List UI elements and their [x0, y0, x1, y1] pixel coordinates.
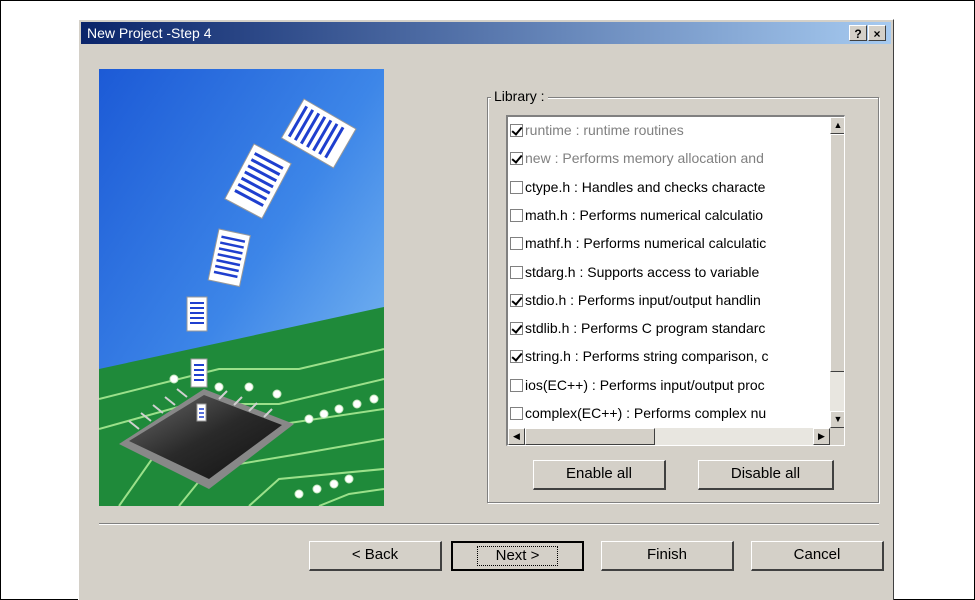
library-item[interactable]: string.h : Performs string comparison, c	[510, 344, 830, 368]
close-button[interactable]: ×	[868, 25, 886, 41]
library-item-label: stdio.h : Performs input/output handlin	[525, 291, 761, 308]
library-item[interactable]: ios(EC++) : Performs input/output proc	[510, 373, 830, 397]
wizard-illustration	[99, 69, 384, 506]
library-item[interactable]: mathf.h : Performs numerical calculatic	[510, 231, 830, 255]
enable-all-button[interactable]: Enable all	[533, 460, 666, 490]
scroll-left-button[interactable]: ◀	[508, 428, 525, 445]
library-listbox[interactable]: runtime : runtime routines new : Performs…	[506, 115, 845, 446]
vertical-scrollbar[interactable]: ▲ ▼	[830, 117, 844, 428]
library-item[interactable]: new : Performs memory allocation and	[510, 146, 830, 170]
back-button[interactable]: < Back	[309, 541, 442, 571]
library-item[interactable]: complex(EC++) : Performs complex nu	[510, 401, 830, 425]
checkbox-checked[interactable]	[510, 124, 523, 137]
horizontal-scrollbar[interactable]: ◀ ▶	[508, 428, 830, 445]
checkbox-unchecked[interactable]	[510, 180, 523, 194]
library-item-label: new : Performs memory allocation and	[525, 150, 764, 167]
checkbox-unchecked[interactable]	[510, 407, 523, 420]
cancel-button[interactable]: Cancel	[751, 541, 884, 571]
title-bar[interactable]: New Project -Step 4 ? ×	[81, 22, 891, 44]
library-item[interactable]: ctype.h : Handles and checks characte	[510, 175, 830, 199]
checkbox-checked[interactable]	[510, 293, 523, 307]
library-item-label: string.h : Performs string comparison, c	[525, 348, 769, 365]
library-item-label: runtime : runtime routines	[525, 122, 684, 138]
library-item-label: mathf.h : Performs numerical calculatic	[525, 235, 767, 252]
library-item-label: ios(EC++) : Performs input/output proc	[525, 376, 765, 393]
chip-documents-illustration	[99, 69, 384, 506]
checkbox-checked[interactable]	[510, 152, 523, 166]
library-item[interactable]: stdio.h : Performs input/output handlin	[510, 288, 830, 312]
vertical-scroll-thumb[interactable]	[830, 134, 844, 372]
library-item-label: math.h : Performs numerical calculatio	[525, 206, 764, 223]
library-item-label: complex(EC++) : Performs complex nu	[525, 405, 767, 421]
checkbox-unchecked[interactable]	[510, 378, 523, 392]
finish-button[interactable]: Finish	[601, 541, 734, 571]
help-button[interactable]: ?	[849, 25, 867, 41]
next-button-label: Next >	[476, 546, 559, 566]
library-item[interactable]: math.h : Performs numerical calculatio	[510, 203, 830, 227]
checkbox-unchecked[interactable]	[510, 237, 523, 251]
checkbox-unchecked[interactable]	[510, 208, 523, 222]
next-button[interactable]: Next >	[451, 541, 584, 571]
library-label: Library :	[491, 88, 548, 104]
new-project-dialog: New Project -Step 4 ? × Library: runtim…	[78, 19, 894, 600]
library-item[interactable]: stdarg.h : Supports access to variable	[510, 260, 830, 284]
library-item-label: stdlib.h : Performs C program standarc	[525, 320, 766, 337]
disable-all-button[interactable]: Disable all	[698, 460, 834, 490]
library-item-label: ctype.h : Handles and checks characte	[525, 178, 766, 195]
checkbox-checked[interactable]	[510, 350, 523, 364]
library-item-label: stdarg.h : Supports access to variable	[525, 263, 760, 280]
library-item[interactable]: runtime : runtime routines	[510, 118, 830, 142]
footer-separator	[99, 523, 879, 525]
checkbox-unchecked[interactable]	[510, 265, 523, 279]
scroll-up-button[interactable]: ▲	[830, 117, 844, 134]
horizontal-scroll-thumb[interactable]	[525, 428, 655, 445]
scroll-down-button[interactable]: ▼	[830, 411, 844, 428]
scrollbar-corner	[830, 428, 844, 445]
checkbox-checked[interactable]	[510, 322, 523, 336]
library-item[interactable]: stdlib.h : Performs C program standarc	[510, 316, 830, 340]
window-title: New Project -Step 4	[87, 25, 212, 41]
scroll-right-button[interactable]: ▶	[813, 428, 830, 445]
